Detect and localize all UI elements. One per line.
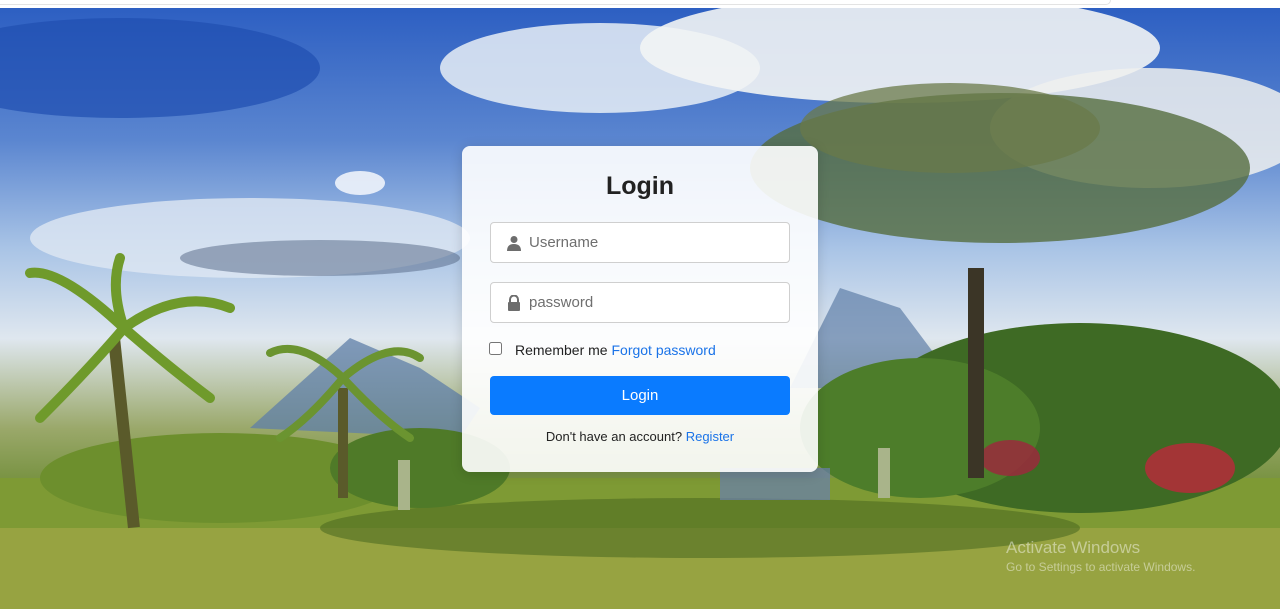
forgot-password-link[interactable]: Forgot password xyxy=(611,342,715,358)
browser-top-strip xyxy=(0,0,1280,8)
register-link[interactable]: Register xyxy=(686,429,734,444)
login-title: Login xyxy=(605,172,675,200)
username-input[interactable] xyxy=(529,223,779,262)
remember-label: Remember me xyxy=(515,342,608,358)
password-input[interactable] xyxy=(529,283,779,322)
windows-activation-watermark: Activate Windows Go to Settings to activ… xyxy=(1006,538,1195,574)
remember-checkbox[interactable] xyxy=(489,342,502,355)
remember-label-group: Remember me Forgot password xyxy=(515,342,716,358)
lock-icon xyxy=(508,295,520,311)
user-icon xyxy=(507,236,521,251)
watermark-title: Activate Windows xyxy=(1006,538,1141,557)
register-row: Don't have an account? Register xyxy=(462,429,818,444)
login-button[interactable]: Login xyxy=(490,376,790,415)
password-field[interactable] xyxy=(490,282,790,323)
address-bar-edge xyxy=(0,0,1111,5)
watermark-subtitle: Go to Settings to activate Windows. xyxy=(1006,560,1196,574)
username-field[interactable] xyxy=(490,222,790,263)
login-card: Login Remember me Forgot password Login … xyxy=(462,146,818,472)
register-prompt: Don't have an account? xyxy=(545,429,683,444)
